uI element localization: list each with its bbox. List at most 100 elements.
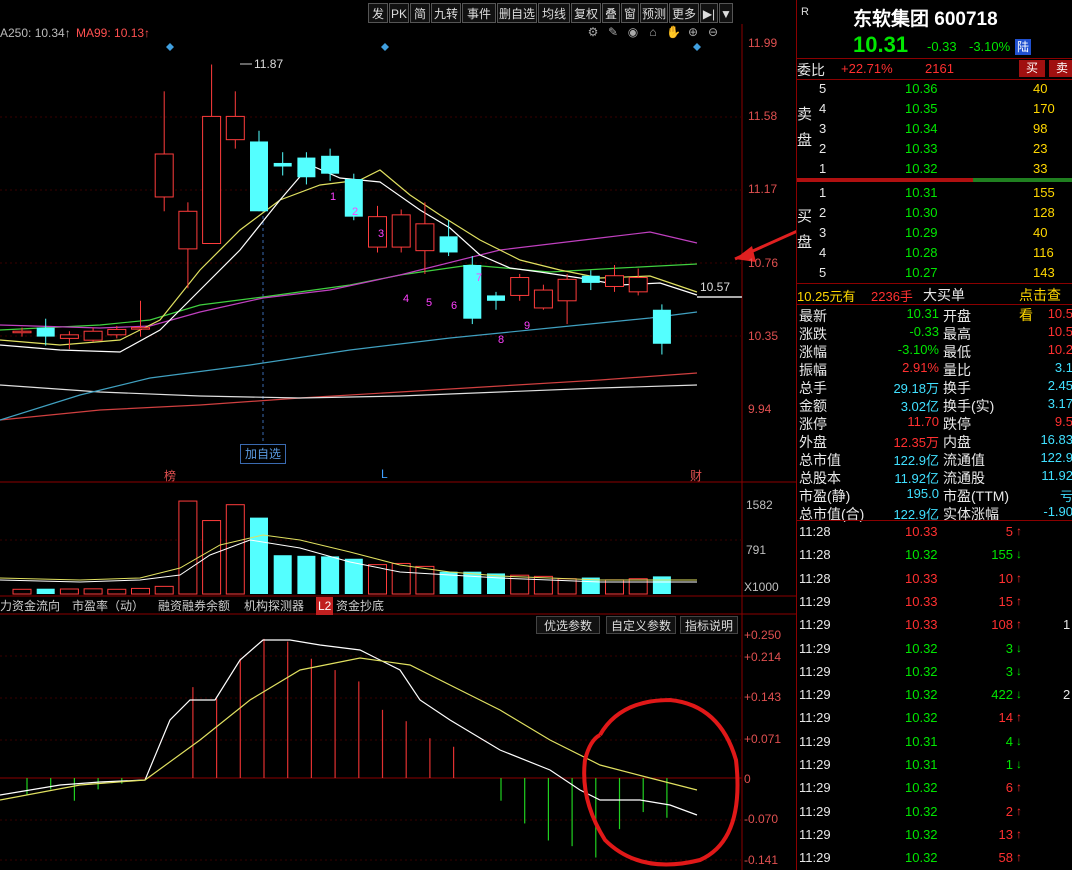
settings-icon[interactable]: ⚙ [586, 24, 600, 40]
toolbar-button-8[interactable]: 叠 [602, 3, 620, 23]
eye-icon[interactable]: ◉ [626, 24, 640, 40]
candle-up[interactable] [533, 289, 553, 309]
ask-volume: 170 [1033, 101, 1055, 116]
event-bang-marker[interactable]: 榜 [164, 467, 176, 484]
ask-price: 10.36 [905, 81, 938, 96]
ma99-legend: MA99: 10.13↑ [76, 26, 151, 40]
candle-up[interactable] [83, 330, 103, 341]
toolbar-button-10[interactable]: 预测 [640, 3, 668, 23]
volume-bar-down [250, 517, 268, 594]
candle-up[interactable] [59, 334, 79, 339]
wave-number: 2 [352, 206, 359, 218]
toolbar-button-11[interactable]: 更多 [669, 3, 699, 23]
candle-up[interactable] [12, 330, 32, 334]
candle-up[interactable] [225, 115, 245, 141]
ask-volume: 23 [1033, 141, 1048, 156]
optimal-params-button[interactable]: 优选参数 [536, 616, 600, 634]
indicator-tick: -0.070 [744, 812, 779, 826]
candle-down[interactable] [581, 275, 600, 283]
indicator-tick: +0.143 [744, 690, 782, 704]
buy-button[interactable]: 买 [1019, 60, 1045, 77]
stat-label: 外盘 [799, 434, 827, 450]
tick-extra: 2 [1063, 687, 1071, 703]
event-diamond-icon[interactable] [166, 43, 174, 51]
wave-number: 5 [426, 297, 433, 309]
toolbar-dropdown-icon[interactable]: ▼ [719, 3, 733, 23]
toolbar-button-3[interactable]: 九转 [431, 3, 461, 23]
candle-down[interactable] [36, 327, 55, 337]
zoom-out-icon[interactable]: ⊖ [706, 24, 720, 40]
custom-params-button[interactable]: 自定义参数 [606, 616, 676, 634]
toolbar-button-5[interactable]: 删自选 [497, 3, 537, 23]
toolbar-button-0[interactable]: 发 [368, 3, 388, 23]
ma250-legend: A250: 10.34↑ [0, 26, 71, 40]
candle-up[interactable] [107, 328, 127, 336]
stat-label-2: 最低 [943, 344, 971, 360]
toolbar-button-7[interactable]: 复权 [571, 3, 601, 23]
wave-number: 9 [524, 320, 531, 332]
candle-down[interactable] [250, 141, 268, 212]
event-cai-marker[interactable]: 财 [690, 467, 702, 484]
candle-down[interactable] [439, 236, 458, 253]
bid-price: 10.30 [905, 205, 938, 220]
indicator-tick: +0.250 [744, 628, 782, 642]
sub-tab-1[interactable]: 市盈率（动） [72, 597, 144, 615]
indicator-help-button[interactable]: 指标说明 [680, 616, 738, 634]
stat-value-2: 9.5 [1054, 414, 1072, 429]
candle-up[interactable] [178, 210, 198, 250]
price-change-pct: -3.10% [969, 39, 1011, 54]
tick-price: 10.32 [905, 663, 938, 679]
arrow-up-icon: ↑ [1016, 780, 1022, 795]
candle-up[interactable] [391, 214, 411, 248]
event-l-marker[interactable]: L [381, 467, 388, 481]
volume-bar-down [321, 556, 340, 594]
candle-down[interactable] [321, 155, 340, 174]
toolbar-button-6[interactable]: 均线 [538, 3, 570, 23]
tick-time: 11:29 [799, 710, 831, 726]
candle-down[interactable] [652, 309, 671, 344]
volume-bar-up [415, 565, 435, 595]
indicator-tick: +0.214 [744, 650, 782, 664]
tick-volume: 10 [998, 570, 1013, 586]
candle-down[interactable] [487, 295, 505, 301]
hand-icon[interactable]: ✋ [666, 24, 681, 40]
toolbar-next-button[interactable]: ▶| [700, 3, 718, 23]
candle-up[interactable] [202, 115, 222, 245]
sub-tab-4[interactable]: 资金抄底 [336, 597, 384, 615]
toolbar-button-2[interactable]: 简 [410, 3, 430, 23]
event-diamond-icon[interactable] [381, 43, 389, 51]
stat-label: 涨幅 [799, 344, 827, 360]
candle-up[interactable] [510, 277, 530, 296]
price-tick: 11.58 [748, 109, 778, 123]
toolbar-button-9[interactable]: 窗 [621, 3, 639, 23]
ask-price: 10.35 [905, 101, 938, 116]
pen-icon[interactable]: ✎ [606, 24, 620, 40]
stat-value: -0.33 [909, 324, 939, 339]
bid-price: 10.31 [905, 185, 938, 200]
toolbar-button-1[interactable]: PK [389, 3, 409, 23]
toolbar-button-4[interactable]: 事件 [462, 3, 496, 23]
tick-time: 11:29 [799, 593, 831, 609]
wave-number: 4 [403, 293, 410, 305]
candle-down[interactable] [297, 157, 316, 178]
add-watchlist-button[interactable]: 加自选 [240, 444, 286, 464]
price-tick: 10.35 [748, 329, 779, 343]
sub-tab-0[interactable]: 力资金流向 [0, 597, 60, 615]
zoom-in-icon[interactable]: ⊕ [686, 24, 700, 40]
stat-value: 29.18万 [893, 381, 939, 396]
tick-time: 11:29 [799, 850, 831, 866]
sell-button[interactable]: 卖 [1049, 60, 1072, 77]
candle-down[interactable] [273, 162, 292, 167]
candle-up[interactable] [628, 277, 648, 293]
candle-up[interactable] [131, 327, 150, 330]
candle-up[interactable] [557, 278, 577, 302]
sub-tab-3[interactable]: 机构探测器 [244, 597, 304, 615]
tick-price: 10.33 [905, 524, 938, 539]
event-diamond-icon[interactable] [693, 43, 701, 51]
sub-tab-2[interactable]: 融资融券余额 [158, 597, 230, 615]
candle-up[interactable] [154, 153, 174, 198]
stat-label: 涨停 [799, 416, 827, 432]
candle-up[interactable] [605, 275, 624, 287]
bag-icon[interactable]: ⌂ [646, 24, 660, 40]
candle-up[interactable] [415, 223, 435, 252]
